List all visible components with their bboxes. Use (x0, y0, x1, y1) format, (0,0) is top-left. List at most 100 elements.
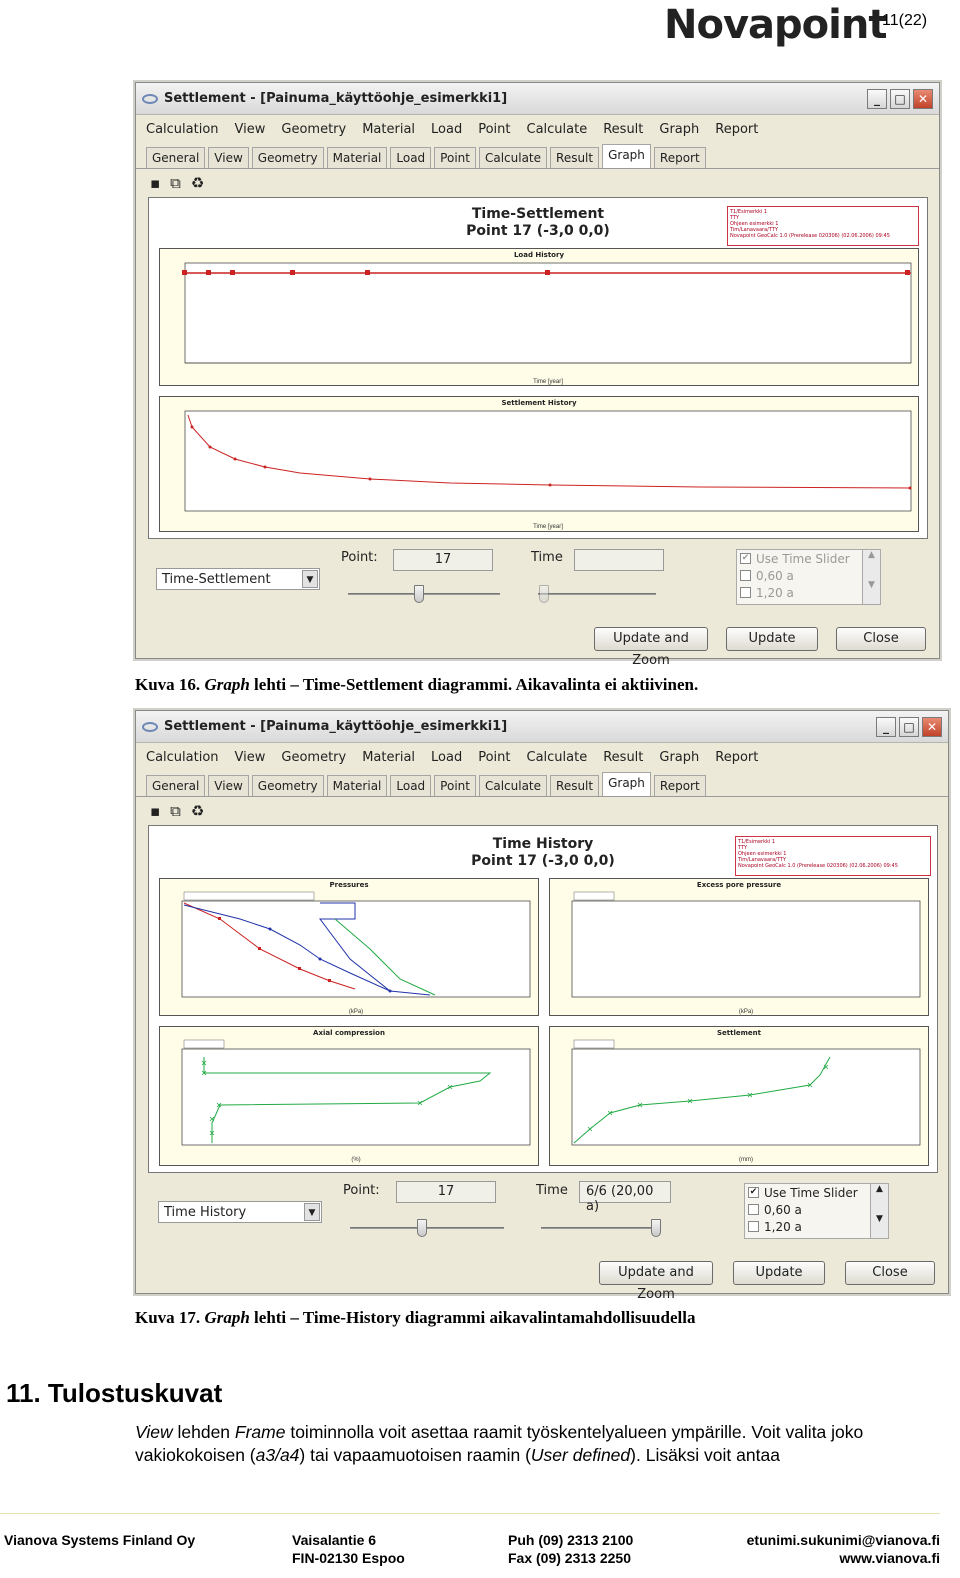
close-window-button[interactable]: ✕ (922, 716, 942, 737)
menu-view[interactable]: View (235, 122, 266, 137)
checkbox-checked[interactable]: ✔ (748, 1187, 759, 1198)
minimize-button[interactable]: _ (876, 716, 896, 737)
tab-geometry[interactable]: Geometry (251, 147, 324, 168)
maximize-button[interactable]: □ (890, 88, 910, 109)
time-label: Time (536, 1183, 568, 1198)
tab-point[interactable]: Point (434, 147, 476, 168)
list-scrollbar[interactable]: ▲ ▼ (862, 550, 880, 604)
checkbox[interactable] (748, 1204, 759, 1215)
point-field[interactable]: 17 (396, 1181, 496, 1203)
tab-view[interactable]: View (208, 775, 249, 796)
update-and-zoom-button[interactable]: Update and Zoom (599, 1261, 713, 1302)
checkbox[interactable] (740, 587, 751, 598)
point-slider-thumb[interactable] (414, 585, 424, 603)
email[interactable]: etunimi.sukunimi@vianova.fi (733, 1531, 940, 1549)
tab-general[interactable]: General (146, 147, 206, 168)
save-icon[interactable]: ▪ (150, 174, 160, 192)
tab-point[interactable]: Point (434, 775, 476, 796)
point-field[interactable]: 17 (393, 549, 493, 571)
tab-material[interactable]: Material (326, 147, 388, 168)
load-history-plot: Load History Time [year] (159, 248, 919, 386)
maximize-button[interactable]: □ (899, 716, 919, 737)
point-slider-thumb[interactable] (417, 1219, 427, 1237)
scroll-up-icon[interactable]: ▲ (863, 550, 880, 560)
point-slider-track[interactable] (348, 593, 500, 595)
checkbox[interactable] (748, 1221, 759, 1232)
save-icon[interactable]: ▪ (150, 802, 160, 820)
tab-result[interactable]: Result (550, 775, 600, 796)
menu-calculate[interactable]: Calculate (527, 750, 588, 765)
menu-point[interactable]: Point (478, 750, 510, 765)
close-button[interactable]: Close (845, 1261, 935, 1285)
update-button[interactable]: Update (733, 1261, 825, 1285)
menu-material[interactable]: Material (362, 122, 415, 137)
menu-load[interactable]: Load (431, 122, 462, 137)
list-item[interactable]: 1,20 a (745, 1218, 888, 1235)
tab-material[interactable]: Material (326, 775, 388, 796)
menu-calculation[interactable]: Calculation (146, 750, 219, 765)
chevron-down-icon[interactable]: ▼ (302, 570, 318, 588)
point-slider-track[interactable] (350, 1227, 504, 1229)
copy-icon[interactable]: ⧉ (170, 174, 181, 192)
tab-general[interactable]: General (146, 775, 206, 796)
scroll-down-icon[interactable]: ▼ (863, 580, 880, 590)
menu-graph[interactable]: Graph (659, 750, 699, 765)
menu-report[interactable]: Report (715, 122, 758, 137)
recycle-icon[interactable]: ♻ (191, 802, 204, 820)
menu-material[interactable]: Material (362, 750, 415, 765)
app-icon (142, 721, 158, 732)
checkbox[interactable] (740, 570, 751, 581)
checkbox-checked[interactable]: ✔ (740, 553, 751, 564)
settlement-history-svg: Time [year] (184, 410, 912, 530)
list-item[interactable]: 1,20 a (737, 584, 880, 601)
tab-calculate[interactable]: Calculate (478, 775, 548, 796)
minimize-button[interactable]: _ (867, 88, 887, 109)
close-button[interactable]: Close (836, 627, 926, 651)
menu-calculate[interactable]: Calculate (527, 122, 588, 137)
tab-geometry[interactable]: Geometry (251, 775, 324, 796)
tab-report[interactable]: Report (653, 147, 706, 168)
graph-canvas: Time History Point 17 (-3,0 0,0) T1/Esim… (148, 825, 938, 1173)
time-slider-track[interactable] (541, 1227, 661, 1229)
menu-geometry[interactable]: Geometry (281, 122, 346, 137)
menu-graph[interactable]: Graph (659, 122, 699, 137)
scroll-down-icon[interactable]: ▼ (871, 1214, 888, 1224)
axial-compression-svg: (%) (181, 1039, 531, 1163)
tab-graph[interactable]: Graph (602, 144, 651, 168)
update-button[interactable]: Update (726, 627, 818, 651)
graph-type-dropdown[interactable]: Time History ▼ (158, 1201, 322, 1223)
scroll-up-icon[interactable]: ▲ (871, 1184, 888, 1194)
menu-view[interactable]: View (235, 750, 266, 765)
figure-caption: Kuva 16. Graph lehti – Time-Settlement d… (135, 675, 698, 695)
chevron-down-icon[interactable]: ▼ (304, 1203, 320, 1221)
copy-icon[interactable]: ⧉ (170, 802, 181, 820)
tab-report[interactable]: Report (653, 775, 706, 796)
tab-view[interactable]: View (208, 147, 249, 168)
menu-geometry[interactable]: Geometry (281, 750, 346, 765)
list-item[interactable]: 0,60 a (745, 1201, 888, 1218)
update-and-zoom-button[interactable]: Update and Zoom (594, 627, 708, 668)
tab-calculate[interactable]: Calculate (478, 147, 548, 168)
use-time-slider-row[interactable]: ✔ Use Time Slider (745, 1184, 888, 1201)
graph-type-dropdown[interactable]: Time-Settlement ▼ (156, 568, 320, 590)
list-item[interactable]: 0,60 a (737, 567, 880, 584)
time-slider-thumb[interactable] (651, 1219, 661, 1237)
menu-point[interactable]: Point (478, 122, 510, 137)
list-scrollbar[interactable]: ▲ ▼ (870, 1184, 888, 1238)
close-window-button[interactable]: ✕ (913, 88, 933, 109)
tab-graph[interactable]: Graph (602, 772, 651, 796)
use-time-slider-row[interactable]: ✔ Use Time Slider (737, 550, 880, 567)
menu-report[interactable]: Report (715, 750, 758, 765)
time-list[interactable]: ✔ Use Time Slider 0,60 a 1,20 a ▲ ▼ (744, 1183, 889, 1239)
time-list[interactable]: ✔ Use Time Slider 0,60 a 1,20 a ▲ ▼ (736, 549, 881, 605)
website[interactable]: www.vianova.fi (733, 1549, 940, 1567)
menu-result[interactable]: Result (603, 750, 643, 765)
tab-result[interactable]: Result (550, 147, 600, 168)
menu-result[interactable]: Result (603, 122, 643, 137)
tab-load[interactable]: Load (390, 775, 432, 796)
recycle-icon[interactable]: ♻ (191, 174, 204, 192)
settlement-plot: Settlement (mm) (549, 1026, 929, 1166)
tab-load[interactable]: Load (390, 147, 432, 168)
menu-load[interactable]: Load (431, 750, 462, 765)
menu-calculation[interactable]: Calculation (146, 122, 219, 137)
